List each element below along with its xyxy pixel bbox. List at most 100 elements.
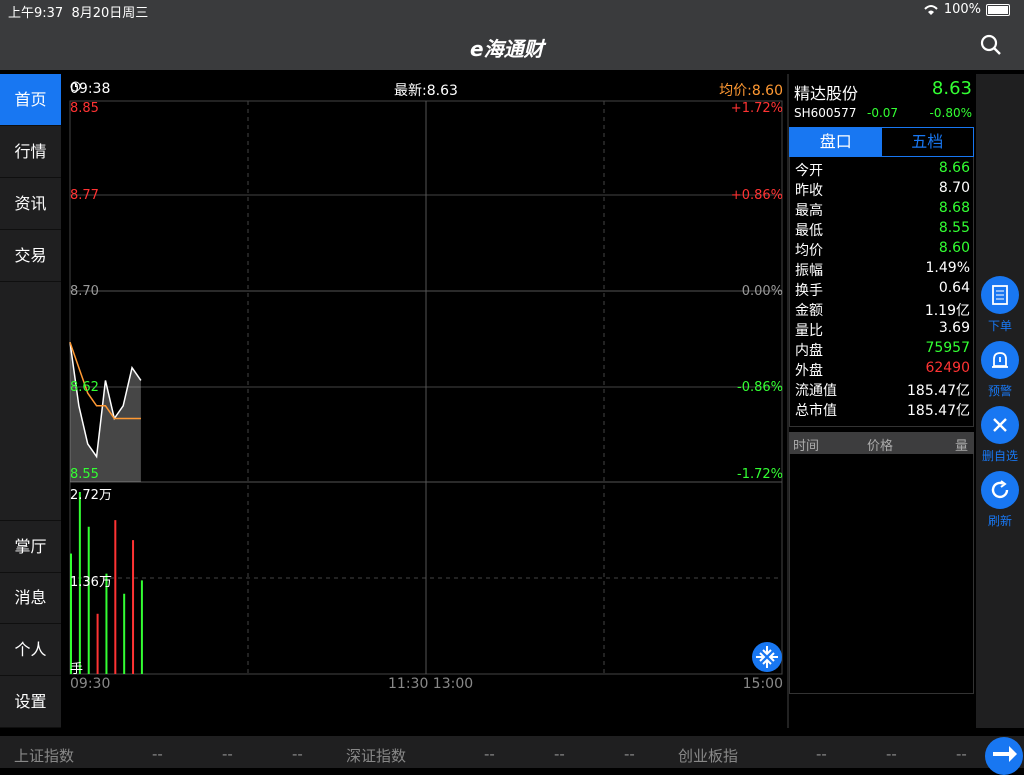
sidebar-item-home[interactable]: 首页: [0, 74, 61, 126]
status-right: 100%: [923, 2, 1010, 17]
stat-value: 62490: [925, 360, 970, 376]
stat-value: 8.55: [938, 220, 970, 236]
price-label: 8.77: [70, 188, 99, 203]
bell-icon: [992, 352, 1008, 368]
volume-label: 2.72万: [70, 488, 112, 503]
stat-value: 3.69: [938, 320, 970, 336]
refresh-button[interactable]: 刷新: [979, 471, 1021, 529]
stat-row: 流通值 185.47亿: [794, 379, 970, 399]
ticker-index-name: 上证指数: [14, 747, 75, 765]
chart-latest: 最新:8.63: [394, 83, 458, 99]
intraday-chart[interactable]: 09:38 最新:8.63 均价:8.60 8.85 8.77 8.70 8.6…: [66, 74, 789, 728]
stat-label: 最高: [795, 203, 823, 219]
stat-label: 总市值: [795, 403, 837, 419]
stat-label: 量比: [795, 323, 823, 339]
ticker-value: --: [292, 745, 303, 763]
ticker-index-name: 深证指数: [346, 747, 407, 765]
stock-change: -0.07: [867, 106, 899, 120]
stat-row: 昨收 8.70: [794, 179, 970, 199]
stock-name: 精达股份: [794, 84, 859, 103]
sidebar-item-news[interactable]: 资讯: [0, 178, 61, 230]
stock-code: SH600577: [794, 106, 857, 120]
order-button[interactable]: 下单: [979, 276, 1021, 334]
index-ticker[interactable]: 上证指数 -- -- -- 深证指数 -- -- -- 创业板指 -- -- -…: [0, 736, 1024, 768]
sidebar-item-market[interactable]: 行情: [0, 126, 61, 178]
trade-header-volume: 量: [954, 439, 968, 454]
document-icon: [992, 285, 1008, 305]
sidebar-item-hall[interactable]: 掌厅: [0, 520, 61, 573]
stat-row: 总市值 185.47亿: [794, 399, 970, 419]
chart-avg: 均价:8.60: [719, 83, 783, 99]
ticker-value: --: [152, 745, 163, 763]
fullscreen-button[interactable]: [752, 642, 782, 672]
close-icon: [993, 418, 1007, 432]
trade-header-price: 价格: [867, 439, 894, 454]
stat-label: 均价: [795, 243, 823, 259]
sidebar-item-settings[interactable]: 设置: [0, 676, 61, 728]
stat-row: 外盘 62490: [794, 359, 970, 379]
collapse-arrows-icon: [756, 646, 778, 668]
status-time: 上午9:37 8月20日周三: [8, 6, 149, 21]
stat-value: 8.60: [938, 240, 970, 256]
stat-value: 185.47亿: [907, 383, 970, 399]
trade-detail-box[interactable]: [789, 432, 974, 694]
stat-row: 今开 8.66: [794, 159, 970, 179]
ticker-next-button[interactable]: [985, 737, 1023, 775]
action-bar: 下单 预警 删自选 刷新: [976, 74, 1024, 728]
stat-label: 流通值: [795, 383, 837, 399]
ticker-value: --: [624, 745, 635, 763]
trade-header: 时间 价格 量: [789, 432, 974, 454]
stat-row: 最高 8.68: [794, 199, 970, 219]
stat-label: 金额: [795, 303, 823, 319]
ticker-value: --: [886, 745, 897, 763]
app-logo: e海通财: [470, 37, 544, 61]
pct-label: -0.86%: [737, 380, 783, 395]
ticker-index-name: 创业板指: [678, 747, 739, 765]
stat-row: 金额 1.19亿: [794, 299, 970, 319]
sidebar-item-profile[interactable]: 个人: [0, 624, 61, 676]
remove-watchlist-label: 删自选: [981, 449, 1018, 463]
stat-row: 最低 8.55: [794, 219, 970, 239]
quote-panel: 精达股份 8.63 SH600577 -0.07 -0.80% 盘口 五档 今开…: [789, 74, 974, 728]
pct-label: +1.72%: [730, 101, 783, 116]
sidebar-item-messages[interactable]: 消息: [0, 572, 61, 624]
stat-label: 今开: [795, 163, 823, 179]
chart-time: 09:38: [70, 81, 111, 97]
stat-row: 换手 0.64: [794, 279, 970, 299]
battery-text: 100%: [943, 2, 981, 17]
status-bar: 上午9:37 8月20日周三 100%: [0, 0, 1024, 21]
alert-label: 预警: [987, 384, 1012, 398]
ticker-value: --: [484, 745, 495, 763]
stock-price: 8.63: [931, 78, 972, 99]
tab-five-levels[interactable]: 五档: [882, 128, 974, 156]
stat-value: 8.66: [938, 160, 970, 176]
ticker-value: --: [956, 745, 967, 763]
ticker-value: --: [554, 745, 565, 763]
stat-label: 外盘: [795, 363, 823, 379]
stock-change-pct: -0.80%: [929, 106, 972, 120]
refresh-icon: [991, 480, 1009, 499]
volume-label: 1.36万: [70, 575, 112, 590]
x-label: 15:00: [742, 676, 783, 692]
sidebar-item-trade[interactable]: 交易: [0, 230, 61, 282]
search-icon[interactable]: [980, 34, 1002, 56]
stat-label: 昨收: [795, 183, 823, 199]
stat-value: 8.68: [938, 200, 970, 216]
remove-watchlist-button[interactable]: 删自选: [979, 406, 1021, 464]
stat-label: 换手: [795, 283, 823, 299]
stat-row: 量比 3.69: [794, 319, 970, 339]
stat-value: 1.49%: [925, 260, 970, 276]
quote-tabs: 盘口 五档: [789, 127, 974, 157]
stat-label: 内盘: [795, 343, 823, 359]
ticker-value: --: [222, 745, 233, 763]
stat-row: 均价 8.60: [794, 239, 970, 259]
alert-button[interactable]: 预警: [979, 341, 1021, 399]
refresh-label: 刷新: [987, 514, 1012, 528]
price-label: 8.62: [70, 380, 99, 395]
x-label: 11:30 13:00: [388, 676, 474, 692]
tab-handicap[interactable]: 盘口: [790, 128, 882, 156]
price-label: 8.85: [70, 101, 99, 116]
volume-unit: 手: [70, 662, 84, 677]
stat-value: 75957: [925, 340, 970, 356]
order-label: 下单: [987, 319, 1012, 333]
